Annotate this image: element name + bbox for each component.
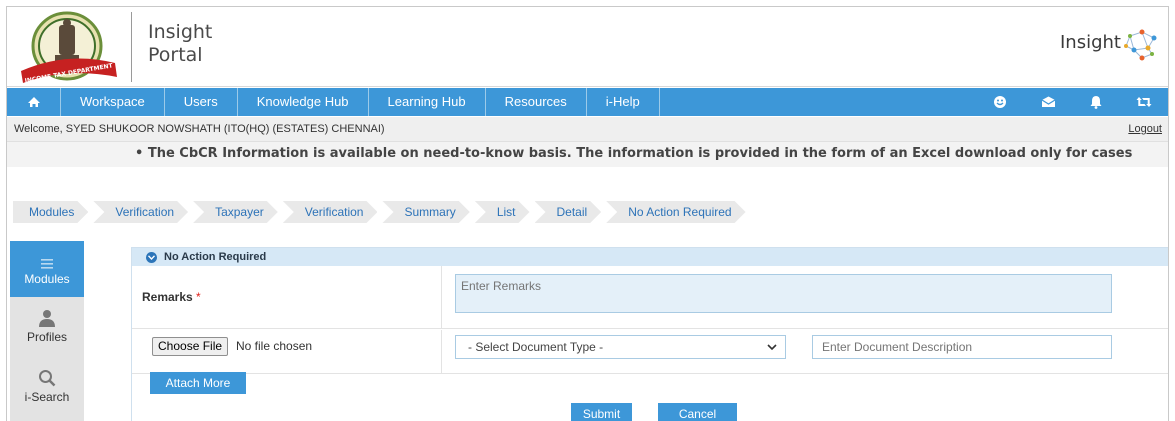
cancel-button[interactable]: Cancel — [658, 403, 737, 421]
side-item-profiles[interactable]: Profiles — [10, 301, 84, 357]
file-status-text: No file chosen — [236, 339, 313, 353]
document-type-value: - Select Document Type - — [468, 340, 604, 354]
breadcrumb-area: Modules Verification Taxpayer Verificati… — [7, 167, 1168, 239]
header: INCOME TAX DEPARTMENT Insight Portal Ins… — [7, 7, 1168, 87]
breadcrumb-no-action-required[interactable]: No Action Required — [606, 201, 745, 223]
side-nav: Modules Profiles i-Search — [10, 241, 84, 421]
breadcrumb-detail[interactable]: Detail — [535, 201, 602, 223]
nav-learning-hub[interactable]: Learning Hub — [369, 88, 486, 116]
side-item-i-search[interactable]: i-Search — [10, 361, 84, 417]
nav-right-icons — [976, 88, 1168, 116]
required-mark: * — [196, 290, 201, 304]
side-item-profiles-label: Profiles — [26, 330, 67, 344]
switch-role-button[interactable] — [1120, 88, 1168, 116]
main-nav: Workspace Users Knowledge Hub Learning H… — [7, 88, 1168, 116]
nav-resources[interactable]: Resources — [486, 88, 587, 116]
brand-wordmark: Insight — [1060, 32, 1121, 53]
side-item-i-search-label: i-Search — [24, 390, 70, 404]
side-item-modules-label: Modules — [24, 272, 70, 286]
side-item-modules[interactable]: Modules — [10, 241, 84, 297]
notifications-button[interactable] — [1072, 88, 1120, 116]
attachment-row: Choose File No file chosen - Select Docu… — [132, 330, 1168, 374]
user-icon — [10, 305, 84, 327]
breadcrumb-taxpayer[interactable]: Taxpayer — [193, 201, 278, 223]
chevron-down-icon — [146, 251, 157, 263]
feedback-button[interactable] — [976, 88, 1024, 116]
envelope-icon — [1041, 96, 1055, 107]
document-type-select[interactable]: - Select Document Type - — [455, 335, 786, 359]
income-tax-emblem-logo: INCOME TAX DEPARTMENT — [21, 11, 117, 84]
portal-title-line2: Portal — [148, 44, 203, 66]
smiley-icon — [994, 96, 1006, 108]
column-divider — [441, 266, 442, 328]
remarks-row: Remarks * — [132, 266, 1168, 329]
menu-icon — [10, 247, 84, 269]
breadcrumb: Modules Verification Taxpayer Verificati… — [13, 201, 751, 223]
portal-title-line1: Insight — [148, 21, 213, 43]
breadcrumb-verification[interactable]: Verification — [93, 201, 188, 223]
nav-i-help[interactable]: i-Help — [587, 88, 660, 116]
nav-users[interactable]: Users — [165, 88, 238, 116]
attach-more-button[interactable]: Attach More — [150, 372, 246, 394]
remarks-input[interactable] — [455, 274, 1112, 313]
messages-button[interactable] — [1024, 88, 1072, 116]
welcome-text: Welcome, SYED SHUKOOR NOWSHATH (ITO(HQ) … — [14, 123, 385, 135]
home-icon — [27, 97, 40, 107]
choose-file-button[interactable]: Choose File — [152, 337, 229, 356]
network-logo-icon — [1124, 29, 1157, 61]
header-divider — [131, 12, 132, 82]
panel-title: No Action Required — [164, 251, 267, 263]
document-description-input[interactable] — [812, 335, 1112, 359]
breadcrumb-verification-2[interactable]: Verification — [283, 201, 378, 223]
home-button[interactable] — [7, 88, 61, 116]
search-icon — [10, 365, 84, 387]
remarks-label-text: Remarks — [142, 290, 193, 304]
app-frame: INCOME TAX DEPARTMENT Insight Portal Ins… — [6, 6, 1169, 421]
submit-button[interactable]: Submit — [571, 403, 632, 421]
announcement-ticker: • The CbCR Information is available on n… — [7, 142, 1168, 167]
welcome-bar: Welcome, SYED SHUKOOR NOWSHATH (ITO(HQ) … — [7, 117, 1168, 142]
ticker-text: • The CbCR Information is available on n… — [135, 146, 1133, 161]
retweet-icon — [1136, 97, 1152, 107]
nav-workspace[interactable]: Workspace — [61, 88, 165, 116]
breadcrumb-modules[interactable]: Modules — [13, 201, 88, 223]
nav-knowledge-hub[interactable]: Knowledge Hub — [238, 88, 369, 116]
breadcrumb-summary[interactable]: Summary — [382, 201, 469, 223]
column-divider-2 — [441, 330, 442, 373]
remarks-label: Remarks * — [142, 290, 201, 304]
portal-title: Insight Portal — [148, 21, 212, 67]
chevron-down-icon — [767, 336, 777, 365]
logout-link[interactable]: Logout — [1128, 123, 1162, 135]
breadcrumb-list[interactable]: List — [475, 201, 530, 223]
bell-icon — [1090, 96, 1102, 109]
no-action-panel: No Action Required Remarks * Choose File… — [131, 247, 1168, 421]
panel-header[interactable]: No Action Required — [132, 248, 1168, 266]
